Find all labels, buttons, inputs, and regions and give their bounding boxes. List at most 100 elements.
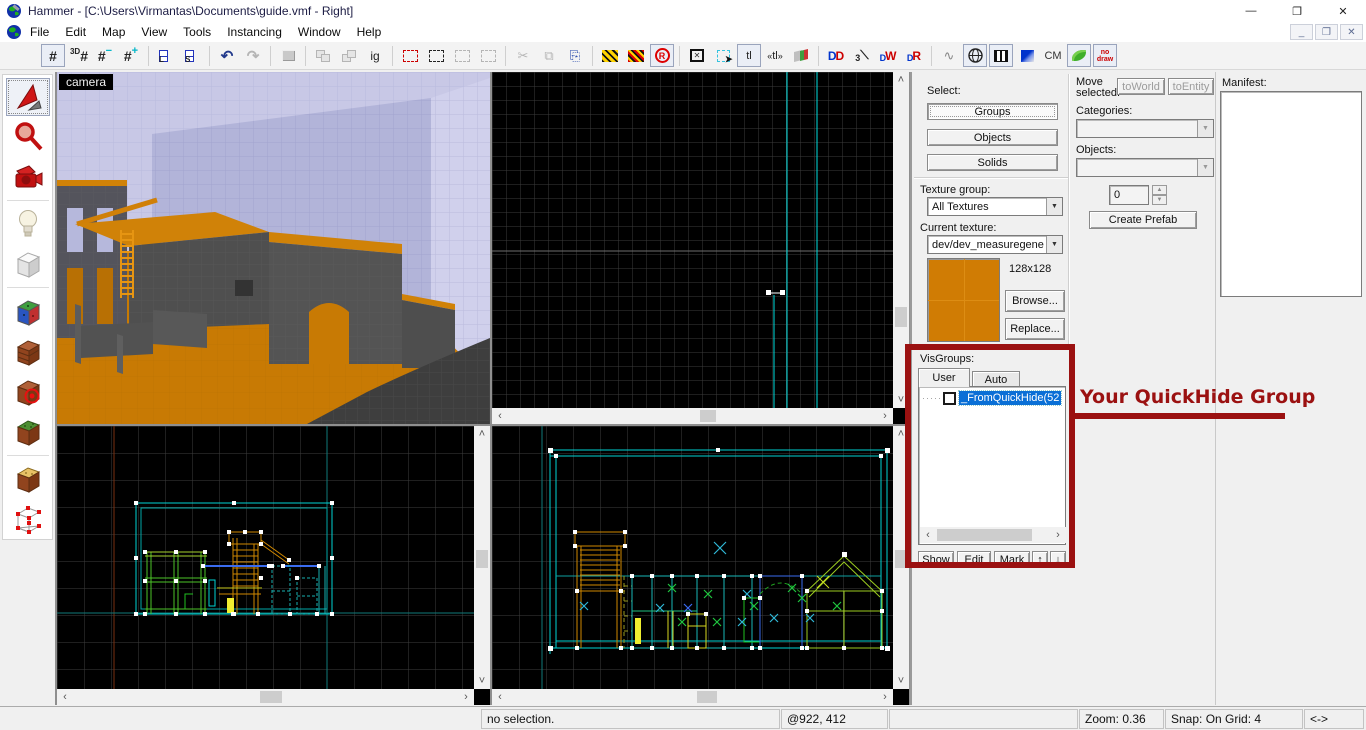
viewport-2d-bottom-left[interactable]: ˄ ˅ ‹› — [57, 426, 490, 705]
tab-user[interactable]: User — [918, 368, 970, 387]
show-all-button[interactable] — [476, 44, 500, 67]
redo-button[interactable]: ↷ — [241, 44, 265, 67]
entity-tool-button[interactable] — [6, 205, 50, 243]
visgroup-move-up-button[interactable]: ↑ — [1032, 551, 1048, 568]
scrollbar-thumb[interactable] — [895, 550, 907, 568]
browse-button[interactable]: Browse... — [1005, 290, 1065, 312]
vertical-scrollbar[interactable]: ˄˅ — [893, 72, 909, 408]
viewport-2d-bottom-right[interactable]: ˄˅ ‹› — [492, 426, 909, 705]
scrollbar-thumb[interactable] — [476, 550, 488, 568]
visgroup-move-down-button[interactable]: ↓ — [1050, 551, 1066, 568]
categories-combobox[interactable]: ▼ — [1076, 119, 1214, 138]
objects-combobox[interactable]: ▼ — [1076, 158, 1214, 177]
pick-3d-button[interactable]: 3⟍ — [850, 44, 874, 67]
block-tool-button[interactable] — [6, 245, 50, 283]
select-groups-button[interactable]: Groups — [927, 103, 1058, 120]
hide-selected-button[interactable] — [398, 44, 422, 67]
texture-scale-tl-button[interactable]: «tl» — [763, 44, 787, 67]
dropdown-arrow-icon[interactable]: ▼ — [1197, 120, 1213, 137]
scrollbar-thumb[interactable] — [937, 529, 1032, 541]
texture-lock-tl-button[interactable]: tl — [737, 44, 761, 67]
nodraw-button[interactable]: nodraw — [1093, 44, 1117, 67]
menu-edit[interactable]: Edit — [57, 23, 94, 41]
select-solids-button[interactable]: Solids — [927, 154, 1058, 171]
mdi-restore-button[interactable]: ❐ — [1315, 24, 1338, 40]
apply-current-texture-button[interactable] — [6, 333, 50, 371]
current-texture-combobox[interactable]: dev/dev_measuregene▼ — [927, 235, 1063, 254]
horizontal-scrollbar[interactable]: ‹› — [57, 689, 474, 705]
dd-helper-button[interactable]: DD — [824, 44, 848, 67]
show-hidden-button[interactable] — [450, 44, 474, 67]
tab-auto[interactable]: Auto — [972, 371, 1020, 387]
save-window-state-button[interactable]: S — [180, 44, 204, 67]
scroll-up-arrow[interactable]: ˄ — [893, 72, 909, 88]
ignore-groups-button[interactable]: ig — [363, 44, 387, 67]
visgroup-show-button[interactable]: Show — [918, 551, 954, 568]
grid-smaller-button[interactable]: #− — [93, 44, 117, 67]
texture-group-combobox[interactable]: All Textures▼ — [927, 197, 1063, 216]
scroll-left-arrow[interactable]: ‹ — [920, 527, 936, 543]
mdi-minimize-button[interactable]: _ — [1290, 24, 1313, 40]
dropdown-arrow-icon[interactable]: ▼ — [1046, 236, 1062, 253]
menu-window[interactable]: Window — [290, 23, 349, 41]
texture-lock-button[interactable] — [598, 44, 622, 67]
prefab-count-spinner[interactable]: ▲▼ — [1152, 185, 1167, 205]
select-by-handles-button[interactable]: ✕ — [685, 44, 709, 67]
scroll-up-arrow[interactable]: ˄ — [474, 426, 490, 442]
viewport-3d[interactable]: camera — [57, 72, 490, 424]
scroll-down-arrow[interactable]: ˅ — [893, 392, 909, 408]
carve-button[interactable] — [276, 44, 300, 67]
list-horizontal-scrollbar[interactable]: ‹› — [920, 527, 1066, 543]
scroll-down-arrow[interactable]: ˅ — [474, 673, 490, 689]
display-faces-button[interactable] — [789, 44, 813, 67]
scrollbar-thumb[interactable] — [700, 410, 716, 422]
vertex-tool-button[interactable] — [6, 500, 50, 538]
wireframe-models-button[interactable] — [989, 44, 1013, 67]
scrollbar-thumb[interactable] — [260, 691, 282, 703]
prefab-count-field[interactable]: 0 — [1109, 185, 1149, 205]
apply-decals-tool-button[interactable] — [6, 373, 50, 411]
group-button[interactable] — [311, 44, 335, 67]
scroll-right-arrow[interactable]: › — [458, 689, 474, 705]
cut-button[interactable]: ✂ — [511, 44, 535, 67]
menu-help[interactable]: Help — [349, 23, 390, 41]
copy-button[interactable]: ⧉ — [537, 44, 561, 67]
scroll-right-arrow[interactable]: › — [877, 408, 893, 424]
undo-button[interactable]: ↶ — [215, 44, 239, 67]
magnify-tool-button[interactable] — [6, 118, 50, 156]
to-world-button[interactable]: toWorld — [1117, 78, 1165, 95]
selection-tool-button[interactable] — [6, 78, 50, 116]
dropdown-arrow-icon[interactable]: ▼ — [1197, 159, 1213, 176]
restore-button[interactable]: ❐ — [1274, 0, 1320, 22]
scroll-up-arrow[interactable]: ˄ — [893, 426, 909, 442]
vertical-scrollbar[interactable]: ˄˅ — [893, 426, 909, 689]
create-prefab-button[interactable]: Create Prefab — [1089, 211, 1197, 229]
apply-overlays-tool-button[interactable] — [6, 413, 50, 451]
visgroups-list[interactable]: ····· _FromQuickHide(52 ‹› — [918, 386, 1066, 545]
morph-scale-button[interactable]: ∿ — [937, 44, 961, 67]
replace-button[interactable]: Replace... — [1005, 318, 1065, 340]
fade-preview-button[interactable] — [1015, 44, 1039, 67]
mdi-close-button[interactable]: ✕ — [1340, 24, 1363, 40]
camera-tool-button[interactable] — [6, 158, 50, 196]
radius-culling-button[interactable]: R — [650, 44, 674, 67]
menu-tools[interactable]: Tools — [175, 23, 219, 41]
spin-up-icon[interactable]: ▲ — [1152, 185, 1167, 195]
model-render-button[interactable] — [1067, 44, 1091, 67]
spin-down-icon[interactable]: ▼ — [1152, 195, 1167, 205]
cm-button[interactable]: CM — [1041, 44, 1065, 67]
ungroup-button[interactable] — [337, 44, 361, 67]
dr-helper-button[interactable]: DR — [902, 44, 926, 67]
grid-3d-button[interactable]: 3D# — [67, 44, 91, 67]
scrollbar-thumb[interactable] — [895, 307, 907, 327]
scroll-down-arrow[interactable]: ˅ — [893, 673, 909, 689]
sphere-render-button[interactable] — [963, 44, 987, 67]
menu-file[interactable]: File — [22, 23, 57, 41]
texture-application-tool-button[interactable] — [6, 292, 50, 330]
load-window-state-button[interactable]: L — [154, 44, 178, 67]
viewport-2d-top[interactable]: ˄˅ ‹› — [492, 72, 909, 424]
scroll-left-arrow[interactable]: ‹ — [492, 408, 508, 424]
scrollbar-thumb[interactable] — [697, 691, 717, 703]
scroll-left-arrow[interactable]: ‹ — [492, 689, 508, 705]
visgroup-edit-button[interactable]: Edit — [957, 551, 991, 568]
